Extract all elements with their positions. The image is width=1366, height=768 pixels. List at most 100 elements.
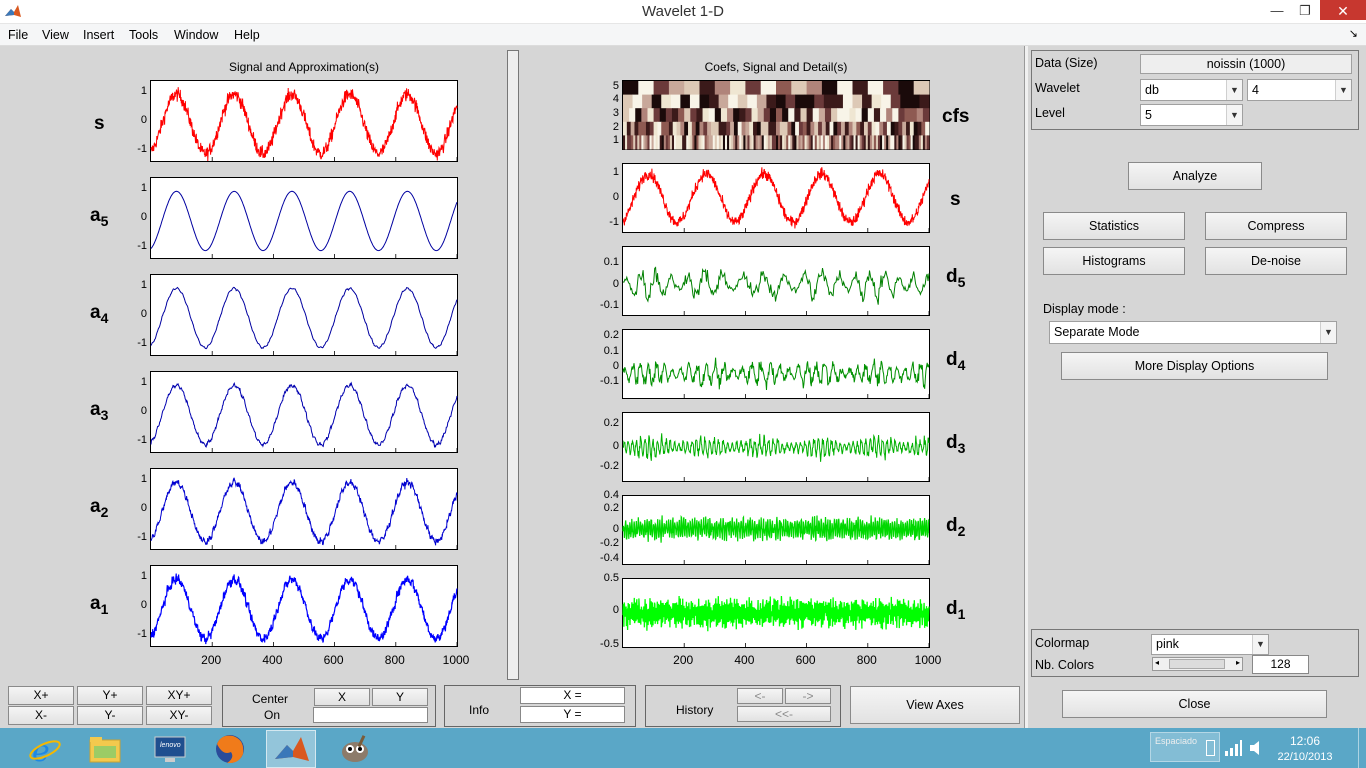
- cfs-cell: [867, 81, 884, 96]
- right-d1-axes[interactable]: [622, 578, 930, 648]
- cfs-cell: [810, 121, 815, 136]
- nb-colors-field[interactable]: 128: [1252, 655, 1309, 674]
- left-s-ytick-label: -1: [137, 142, 147, 155]
- info-y-field: Y =: [520, 706, 625, 723]
- window-title: Wavelet 1-D: [642, 3, 724, 20]
- internet-explorer-icon[interactable]: e: [20, 730, 70, 768]
- right-d5-axes[interactable]: [622, 246, 930, 316]
- left-a3-axes[interactable]: [150, 371, 458, 453]
- left-a1-axes[interactable]: [150, 565, 458, 647]
- right-xtick-label: 400: [734, 653, 755, 667]
- slider-thumb[interactable]: [1169, 659, 1225, 669]
- cfs-cell: [904, 108, 912, 123]
- left-a3-series-line: [150, 381, 458, 449]
- x-plus-button[interactable]: X+: [8, 686, 74, 705]
- battery-icon[interactable]: [1206, 740, 1215, 756]
- panel-divider-slider[interactable]: [507, 50, 519, 680]
- xy-plus-button[interactable]: XY+: [146, 686, 212, 705]
- more-display-options-button[interactable]: More Display Options: [1061, 352, 1328, 380]
- cfs-cell: [661, 94, 672, 109]
- signal-strength-icon[interactable]: [1224, 740, 1242, 756]
- cfs-cell: [709, 94, 720, 109]
- wavelet-order-select[interactable]: 4 ▼: [1247, 79, 1352, 101]
- left-s-ytick-label: 1: [140, 85, 147, 98]
- display-mode-select[interactable]: Separate Mode ▼: [1049, 321, 1337, 344]
- y-minus-button[interactable]: Y-: [77, 706, 143, 725]
- right-d2-axes[interactable]: [622, 495, 930, 565]
- y-plus-button[interactable]: Y+: [77, 686, 143, 705]
- right-d5-ytick-label: 0: [612, 277, 619, 290]
- left-a2-label-subscript: 2: [100, 503, 109, 520]
- history-back-button[interactable]: <-: [737, 688, 783, 704]
- compress-button[interactable]: Compress: [1205, 212, 1347, 240]
- menu-window[interactable]: Window: [174, 28, 218, 42]
- matlab-taskbar-icon[interactable]: [266, 730, 316, 768]
- menu-file[interactable]: File: [8, 28, 28, 42]
- slider-left-arrow-icon[interactable]: ◂: [1155, 658, 1159, 667]
- nb-colors-slider[interactable]: ◂ ▸: [1152, 657, 1243, 671]
- level-select[interactable]: 5 ▼: [1140, 104, 1243, 126]
- clock-time[interactable]: 12:06: [1270, 734, 1340, 748]
- cfs-cell: [714, 121, 720, 136]
- menu-insert[interactable]: Insert: [83, 28, 114, 42]
- cfs-cell: [623, 121, 628, 136]
- history-forward-button[interactable]: ->: [785, 688, 831, 704]
- cfs-cell: [921, 121, 926, 136]
- center-x-button[interactable]: X: [314, 688, 370, 706]
- analyze-button[interactable]: Analyze: [1128, 162, 1262, 190]
- close-button[interactable]: Close: [1062, 690, 1327, 718]
- menu-view[interactable]: View: [42, 28, 69, 42]
- view-axes-button[interactable]: View Axes: [850, 686, 1020, 724]
- lenovo-monitor-icon[interactable]: lenovo: [145, 730, 195, 768]
- statistics-button[interactable]: Statistics: [1043, 212, 1185, 240]
- clock-date[interactable]: 22/10/2013: [1270, 751, 1340, 763]
- denoise-button[interactable]: De-noise: [1205, 247, 1347, 275]
- show-desktop-button[interactable]: [1358, 728, 1366, 768]
- cfs-cell: [833, 94, 844, 109]
- right-d5-ytick-label: 0.1: [603, 255, 619, 268]
- cfs-cell: [671, 108, 679, 123]
- cfs-cell: [837, 108, 844, 123]
- slider-right-arrow-icon[interactable]: ▸: [1236, 658, 1240, 667]
- file-explorer-icon[interactable]: [80, 730, 130, 768]
- cfs-heatmap-axes[interactable]: [622, 80, 930, 150]
- right-d5-ytick-label: -0.1: [600, 299, 619, 312]
- left-a2-axes[interactable]: [150, 468, 458, 550]
- cfs-cell: [737, 94, 748, 109]
- left-a4-axes[interactable]: [150, 274, 458, 356]
- gimp-icon[interactable]: [330, 730, 380, 768]
- right-s-axes[interactable]: [622, 163, 930, 233]
- menu-tools[interactable]: Tools: [129, 28, 158, 42]
- center-value-field[interactable]: [313, 707, 428, 723]
- right-d4-label-text: d: [946, 349, 958, 370]
- maximize-button[interactable]: ❐: [1290, 0, 1320, 22]
- dock-arrow-icon[interactable]: ↘: [1349, 27, 1358, 40]
- firefox-icon[interactable]: [205, 730, 255, 768]
- menu-help[interactable]: Help: [234, 28, 260, 42]
- histograms-button[interactable]: Histograms: [1043, 247, 1185, 275]
- close-window-button[interactable]: ✕: [1320, 0, 1366, 20]
- cfs-cell: [848, 121, 853, 136]
- cfs-cell: [900, 94, 911, 109]
- right-d3-label-subscript: 3: [957, 439, 966, 456]
- x-minus-button[interactable]: X-: [8, 706, 74, 725]
- center-y-button[interactable]: Y: [372, 688, 428, 706]
- cfs-cell: [898, 121, 903, 136]
- left-s-ytick-label: 0: [140, 114, 147, 126]
- left-s-axes[interactable]: [150, 80, 458, 162]
- right-cfs-label-text: cfs: [942, 106, 970, 127]
- cfs-cell: [768, 121, 773, 136]
- right-d4-axes[interactable]: [622, 329, 930, 399]
- cfs-cell: [798, 121, 804, 136]
- wavelet-family-select[interactable]: db ▼: [1140, 79, 1243, 101]
- volume-icon[interactable]: [1250, 740, 1264, 756]
- history-first-button[interactable]: <<-: [737, 706, 831, 722]
- cfs-cell: [791, 121, 796, 136]
- minimize-button[interactable]: —: [1262, 0, 1292, 22]
- cfs-cell: [812, 108, 820, 123]
- xy-minus-button[interactable]: XY-: [146, 706, 212, 725]
- history-label: History: [676, 703, 714, 717]
- right-d3-axes[interactable]: [622, 412, 930, 482]
- colormap-select[interactable]: pink ▼: [1151, 634, 1269, 655]
- left-a5-axes[interactable]: [150, 177, 458, 259]
